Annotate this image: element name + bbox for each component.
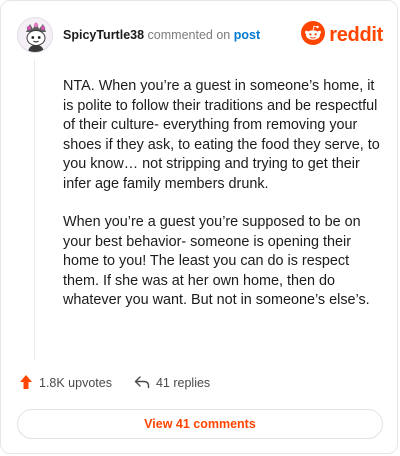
comment-stats: 1.8K upvotes 41 replies (19, 373, 210, 393)
thread-line (34, 59, 35, 359)
comment-paragraph: NTA. When you’re a guest in someone’s ho… (63, 78, 380, 192)
comment-byline: SpicyTurtle38 commented on post (63, 28, 260, 42)
action-text: commented on (147, 28, 231, 42)
reddit-brand[interactable]: reddit (301, 20, 383, 50)
comment-paragraph: When you’re a guest you’re supposed to b… (63, 214, 370, 308)
reddit-logo-icon (301, 20, 326, 50)
username-link[interactable]: SpicyTurtle38 (63, 28, 144, 42)
replies-count: 41 replies (155, 376, 211, 390)
upvote-arrow-icon (19, 374, 39, 393)
upvotes-stat[interactable]: 1.8K upvotes (19, 374, 112, 393)
post-link[interactable]: post (234, 28, 260, 42)
reply-arrow-icon (134, 375, 156, 392)
view-comments-button[interactable]: View 41 comments (17, 409, 383, 439)
upvotes-count: 1.8K upvotes (39, 376, 112, 390)
comment-body: NTA. When you’re a guest in someone’s ho… (63, 77, 381, 311)
comment-header: SpicyTurtle38 commented on post reddit (17, 15, 383, 55)
reddit-wordmark: reddit (329, 23, 383, 46)
replies-stat[interactable]: 41 replies (134, 375, 210, 392)
snoo-avatar-icon[interactable] (17, 17, 53, 53)
comment-card: SpicyTurtle38 commented on post reddit N… (0, 0, 398, 454)
